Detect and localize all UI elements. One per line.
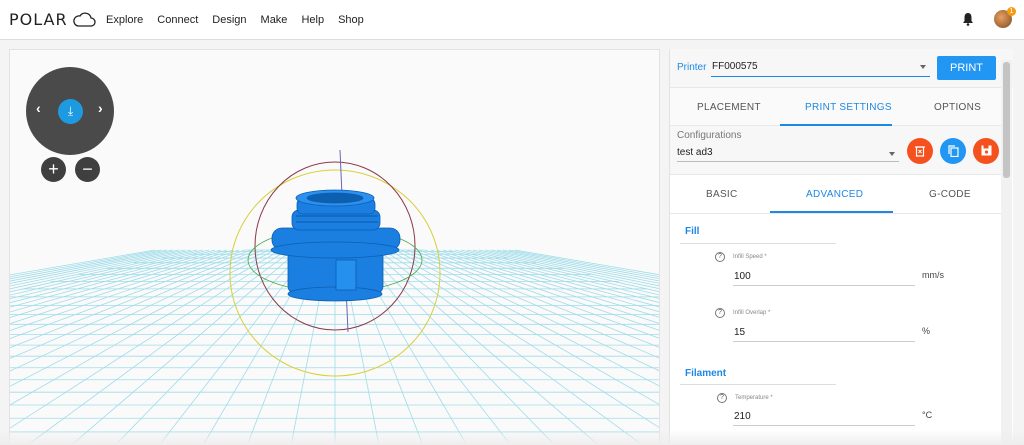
configurations-select[interactable]: test ad3 (677, 146, 899, 162)
chevron-down-icon (889, 152, 895, 156)
grid-line (388, 249, 659, 405)
section-divider (680, 243, 836, 244)
grid-line (358, 249, 511, 444)
input-underline (733, 341, 915, 342)
copy-config-button[interactable] (940, 138, 966, 164)
help-icon[interactable]: ? (717, 393, 727, 403)
main-tabs: PLACEMENT PRINT SETTINGS OPTIONS (670, 87, 1002, 126)
section-filament-title: Filament (685, 368, 727, 379)
help-icon[interactable]: ? (715, 252, 725, 262)
infill-speed-label: Infill Speed * (733, 254, 767, 260)
tab-g-code[interactable]: G-CODE (929, 189, 971, 200)
cloud-icon (72, 12, 96, 27)
camera-nav-pad[interactable]: ‹ ⤓ › (26, 67, 114, 155)
tab-advanced[interactable]: ADVANCED (806, 189, 863, 200)
configurations-value: test ad3 (677, 147, 713, 158)
nav-design[interactable]: Design (212, 14, 246, 26)
3d-viewport[interactable]: ‹ ⤓ › + − (9, 49, 660, 445)
temperature-unit: °C (922, 410, 933, 420)
print-button[interactable]: PRINT (937, 56, 996, 80)
grid-line (460, 249, 659, 299)
printer-select[interactable]: FF000575 (711, 59, 930, 77)
infill-overlap-input[interactable]: 15 (734, 327, 745, 338)
configurations-row: Configurations test ad3 (670, 126, 1002, 175)
polar-logo[interactable]: POLAR (9, 10, 96, 29)
grid-line (466, 249, 659, 296)
tab-basic[interactable]: BASIC (706, 189, 738, 200)
zoom-out-button[interactable]: − (75, 157, 100, 182)
configurations-label: Configurations (677, 130, 742, 141)
tab-print-settings[interactable]: PRINT SETTINGS (805, 102, 892, 113)
scrollbar-thumb[interactable] (1003, 62, 1010, 178)
printer-row: Printer FF000575 PRINT (670, 49, 1013, 87)
section-divider (680, 384, 836, 385)
grid-line (10, 249, 198, 293)
grid-line (28, 249, 294, 444)
grid-line (10, 249, 282, 406)
trash-icon (915, 146, 925, 157)
input-underline (733, 425, 915, 426)
top-bar: POLAR Explore Connect Design Make Help S… (0, 0, 1024, 40)
settings-tabs: BASIC ADVANCED G-CODE (670, 175, 1002, 214)
grid-line (10, 249, 210, 300)
bottom-fade (0, 430, 1024, 445)
notification-bell-icon[interactable] (962, 12, 974, 31)
grid-line (115, 249, 306, 444)
infill-overlap-unit: % (922, 326, 931, 336)
chevron-down-icon (920, 65, 926, 69)
temperature-label: Temperature * (735, 395, 773, 401)
zoom-in-button[interactable]: + (41, 157, 66, 182)
delete-config-button[interactable] (907, 138, 933, 164)
grid-line (418, 249, 659, 339)
rotate-left-icon[interactable]: ‹ (36, 100, 41, 116)
nav-shop[interactable]: Shop (338, 14, 364, 26)
nav-explore[interactable]: Explore (106, 14, 143, 26)
printer-label: Printer (677, 62, 707, 73)
main-nav: Explore Connect Design Make Help Shop (106, 14, 378, 26)
temperature-input[interactable]: 210 (734, 411, 751, 422)
rotate-right-icon[interactable]: › (98, 100, 103, 116)
tab-options[interactable]: OPTIONS (934, 102, 981, 113)
help-icon[interactable]: ? (715, 308, 725, 318)
nav-connect[interactable]: Connect (157, 14, 198, 26)
printer-value: FF000575 (712, 61, 758, 72)
reset-view-icon[interactable]: ⤓ (58, 99, 83, 124)
grid-line (10, 249, 204, 296)
save-config-button[interactable] (973, 138, 999, 164)
save-icon (981, 145, 991, 156)
input-underline (733, 285, 915, 286)
user-avatar[interactable]: 1 (994, 7, 1016, 28)
infill-overlap-label: Infill Overlap * (733, 310, 771, 316)
grid-line (159, 249, 312, 444)
tab-placement[interactable]: PLACEMENT (697, 102, 761, 113)
settings-panel: Printer FF000575 PRINT PLACEMENT PRINT S… (669, 49, 1013, 445)
section-fill-title: Fill (685, 226, 700, 237)
grid-line (10, 249, 252, 339)
grid-line (364, 249, 555, 444)
notification-badge: 1 (1007, 7, 1016, 16)
brand-name: POLAR (9, 10, 68, 29)
3d-model (270, 189, 401, 302)
copy-icon (947, 145, 959, 158)
nav-make[interactable]: Make (261, 14, 288, 26)
infill-speed-unit: mm/s (922, 270, 944, 280)
grid-line (472, 249, 659, 292)
panel-scrollbar[interactable] (1001, 60, 1012, 445)
active-tab-indicator (770, 211, 893, 213)
grid-line (376, 249, 642, 444)
infill-speed-input[interactable]: 100 (734, 271, 751, 282)
nav-help[interactable]: Help (301, 14, 324, 26)
